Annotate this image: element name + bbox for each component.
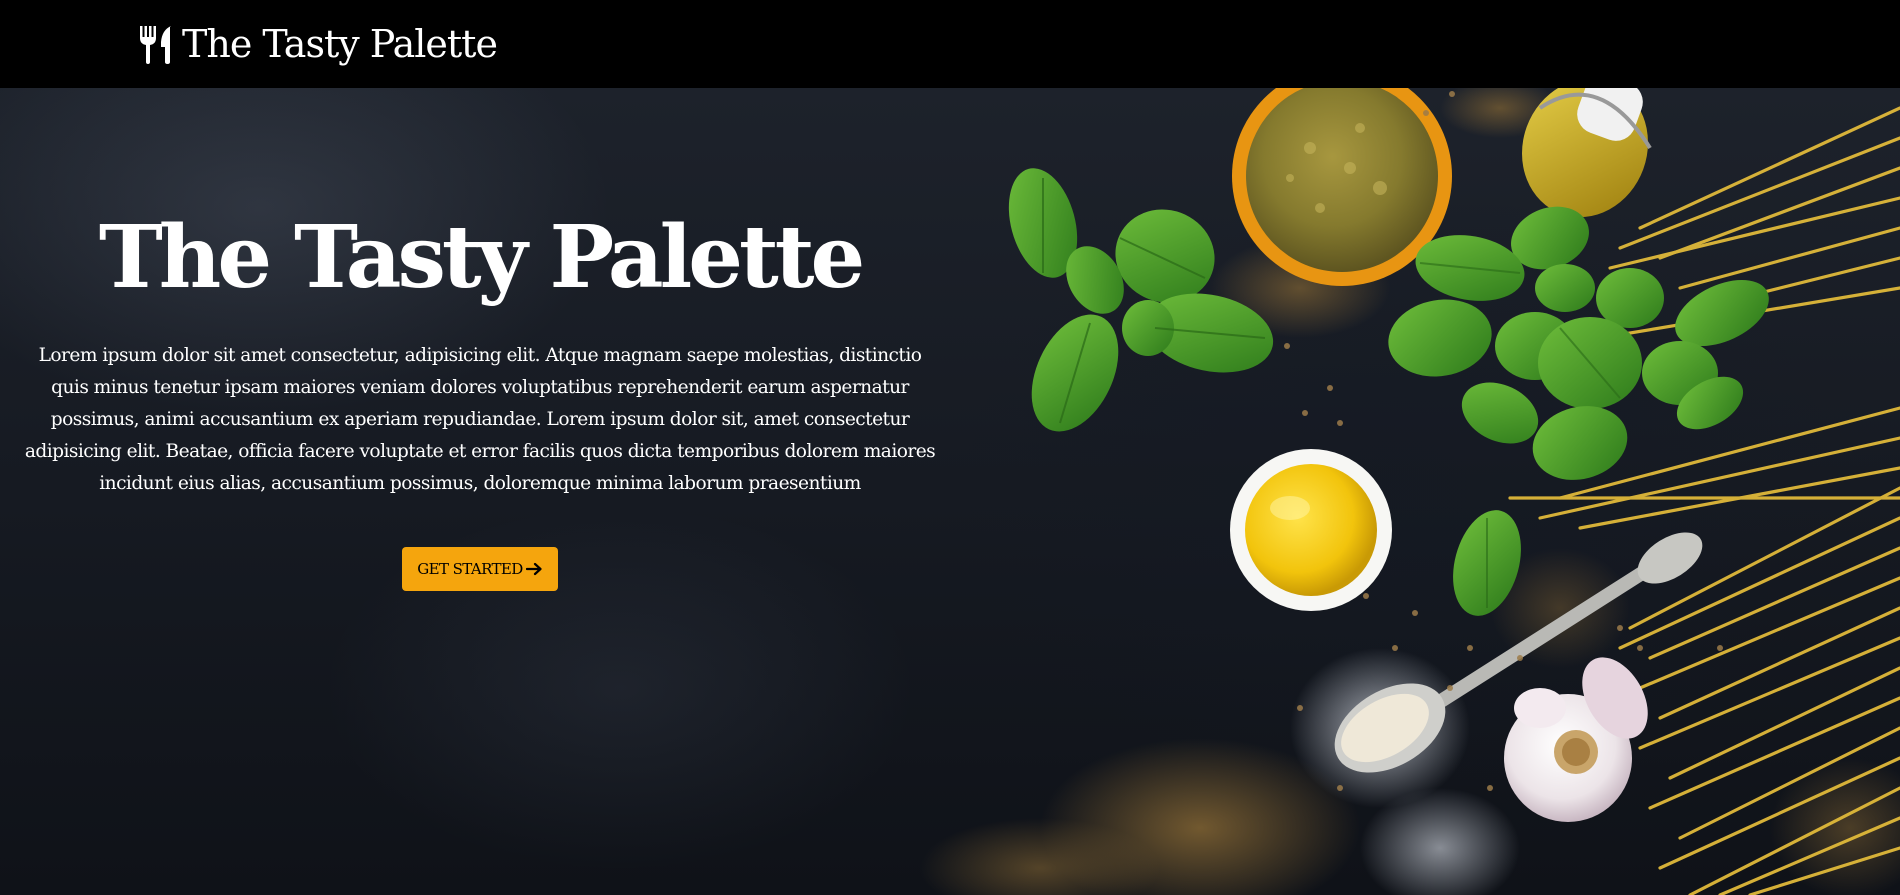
brand-name: The Tasty Palette [182, 22, 498, 66]
brand-link[interactable]: The Tasty Palette [138, 22, 498, 66]
navbar: The Tasty Palette [0, 0, 1900, 88]
get-started-button[interactable]: GET STARTED [402, 547, 558, 591]
hero-content: The Tasty Palette Lorem ipsum dolor sit … [0, 88, 960, 895]
get-started-label: GET STARTED [417, 560, 523, 578]
arrow-right-icon [525, 562, 542, 576]
utensils-icon [140, 26, 171, 64]
hero-description: Lorem ipsum dolor sit amet consectetur, … [24, 345, 936, 494]
hero-section: The Tasty Palette Lorem ipsum dolor sit … [0, 88, 1900, 895]
hero-title: The Tasty Palette [98, 207, 865, 308]
